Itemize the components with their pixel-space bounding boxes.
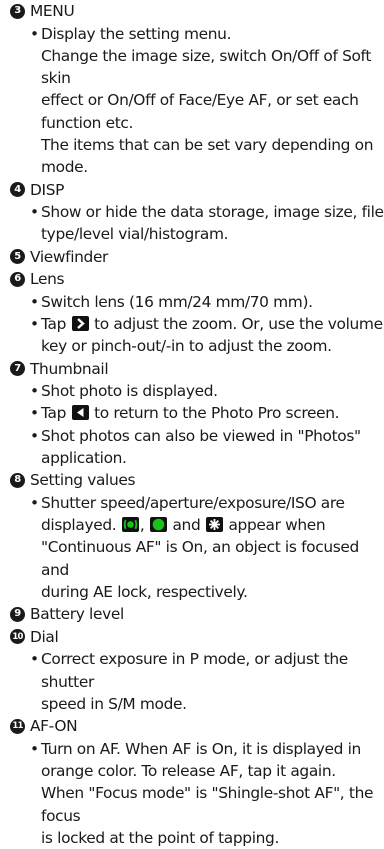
item-setting-values: 8 Setting values Shutter speed/aperture/… [0,469,384,603]
text-fragment: appear when [228,516,326,535]
item-number: 7 [10,361,25,377]
continued-text: orange color. To release AF, tap it agai… [41,761,336,780]
continued-text: displayed. , and appear when [10,514,384,536]
item-title: Lens [30,270,65,289]
text-fragment: , [139,516,145,535]
bullet-text: Shot photo is displayed. [10,380,384,403]
continued-text: type/level vial/histogram. [41,225,229,244]
item-battery-level: 9 Battery level [0,603,384,626]
continued-text: function etc. [41,113,134,132]
continued-text: mode. [41,158,88,177]
item-number: 11 [10,718,25,734]
chevron-right-icon [71,315,89,331]
bullet-text-pre: Tap [41,314,67,333]
continued-text: The items that can be set vary depending… [41,135,374,154]
bullet-text-pre: Tap [41,404,67,423]
item-number: 4 [10,182,25,198]
continued-text: Change the image size, switch On/Off of … [41,46,372,88]
bullet-text: Show or hide the data storage, image siz… [10,201,384,224]
focus-dot-icon [149,517,167,533]
item-af-on: 11 AF-ON Turn on AF. When AF is On, it i… [0,715,384,849]
bullet-text: Tap to return to the Photo Pro screen. [10,402,384,425]
continued-text: key or pinch-out/-in to adjust the zoom. [41,337,332,356]
continued-text: When "Focus mode" is "Shingle-shot AF", … [41,784,374,825]
bullet-text: Correct exposure in P mode, or adjust th… [10,648,384,693]
text-fragment: displayed. [41,516,117,535]
bullet-text: Shutter speed/aperture/exposure/ISO are [10,492,384,515]
item-thumbnail: 7 Thumbnail Shot photo is displayed. Tap… [0,358,384,470]
continued-text: effect or On/Off of Face/Eye AF, or set … [41,91,359,110]
continued-text: during AE lock, respectively. [41,582,248,601]
item-number: 10 [10,629,25,645]
continuous-af-icon [121,517,139,533]
item-title: MENU [30,2,75,21]
item-dial: 10 Dial Correct exposure in P mode, or a… [0,626,384,715]
continued-text: is locked at the point of tapping. [41,828,280,847]
item-number: 8 [10,473,25,488]
item-title: Dial [30,627,59,646]
item-title: Setting values [30,471,136,490]
text-fragment: and [172,516,201,535]
continued-text: application. [41,448,127,467]
continued-text: speed in S/M mode. [41,694,187,713]
item-title: Viewfinder [30,247,109,266]
item-number: 6 [10,271,25,287]
item-title: Thumbnail [30,359,109,378]
item-number: 3 [10,3,25,19]
bullet-text: Shot photos can also be viewed in "Photo… [10,425,384,448]
bullet-text: Tap to adjust the zoom. Or, use the volu… [10,313,384,336]
continued-text: "Continuous AF" is On, an object is focu… [41,538,359,579]
item-disp: 4 DISP Show or hide the data storage, im… [0,179,384,246]
item-menu: 3 MENU Display the setting menu. Change … [0,0,384,179]
manual-page: 3 MENU Display the setting menu. Change … [0,0,384,847]
item-title: DISP [30,180,65,199]
item-viewfinder: 5 Viewfinder [0,246,384,269]
triangle-left-icon [71,405,89,421]
bullet-text: Turn on AF. When AF is On, it is display… [10,738,384,761]
item-number: 5 [10,249,25,265]
bullet-text-post: to return to the Photo Pro screen. [94,404,340,423]
item-title: Battery level [30,605,124,624]
bullet-text-post: to adjust the zoom. Or, use the volume [94,314,383,333]
bullet-text: Switch lens (16 mm/24 mm/70 mm). [10,291,384,314]
item-number: 9 [10,606,25,622]
bullet-text: Display the setting menu. [10,23,384,46]
item-lens: 6 Lens Switch lens (16 mm/24 mm/70 mm). … [0,268,384,357]
ae-lock-icon [205,517,223,533]
